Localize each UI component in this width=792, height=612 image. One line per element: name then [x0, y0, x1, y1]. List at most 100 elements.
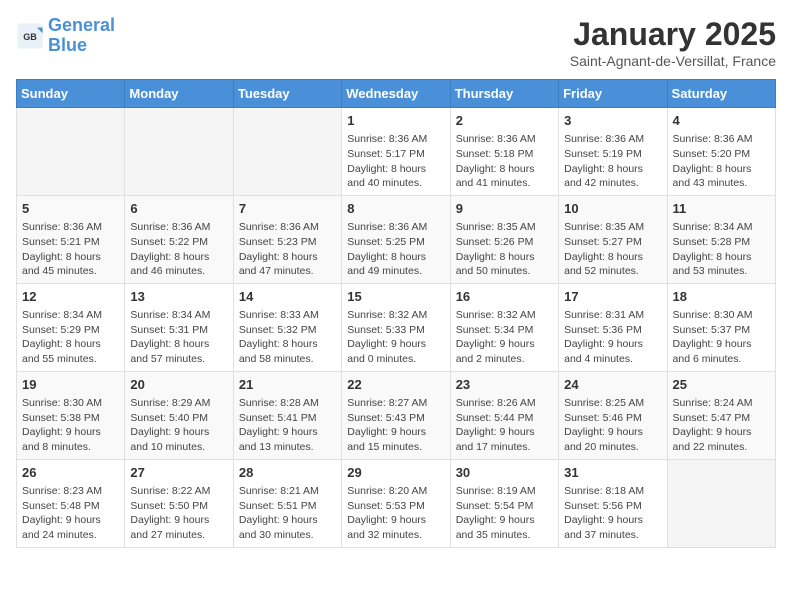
- day-number: 11: [673, 200, 770, 218]
- day-info: Sunrise: 8:35 AM Sunset: 5:27 PM Dayligh…: [564, 220, 661, 279]
- day-info: Sunrise: 8:23 AM Sunset: 5:48 PM Dayligh…: [22, 484, 119, 543]
- day-info: Sunrise: 8:32 AM Sunset: 5:33 PM Dayligh…: [347, 308, 444, 367]
- calendar-cell: 15Sunrise: 8:32 AM Sunset: 5:33 PM Dayli…: [342, 283, 450, 371]
- title-block: January 2025 Saint-Agnant-de-Versillat, …: [570, 16, 776, 69]
- day-info: Sunrise: 8:36 AM Sunset: 5:21 PM Dayligh…: [22, 220, 119, 279]
- calendar-cell: 14 Sunrise: 8:33 AM Sunset: 5:32 PM Dayli…: [233, 283, 341, 371]
- day-number: 13: [130, 288, 227, 306]
- day-number: 18: [673, 288, 770, 306]
- day-number: 25: [673, 376, 770, 394]
- calendar-title: January 2025: [570, 16, 776, 53]
- day-number: 8: [347, 200, 444, 218]
- calendar-subtitle: Saint-Agnant-de-Versillat, France: [570, 53, 776, 69]
- calendar-table: SundayMondayTuesdayWednesdayThursdayFrid…: [16, 79, 776, 548]
- logo: GB General Blue: [16, 16, 115, 56]
- day-info: Sunrise: 8:34 AM Sunset: 5:31 PM Dayligh…: [130, 308, 227, 367]
- day-info: Sunrise: 8:34 AM Sunset: 5:28 PM Dayligh…: [673, 220, 770, 279]
- calendar-cell: 4Sunrise: 8:36 AM Sunset: 5:20 PM Daylig…: [667, 108, 775, 196]
- day-info: Sunrise: 8:18 AM Sunset: 5:56 PM Dayligh…: [564, 484, 661, 543]
- day-info: Sunrise: 8:36 AM Sunset: 5:25 PM Dayligh…: [347, 220, 444, 279]
- day-number: 28: [239, 464, 336, 482]
- day-number: 24: [564, 376, 661, 394]
- day-number: 2: [456, 112, 553, 130]
- day-number: 30: [456, 464, 553, 482]
- day-number: 31: [564, 464, 661, 482]
- calendar-cell: 28Sunrise: 8:21 AM Sunset: 5:51 PM Dayli…: [233, 459, 341, 547]
- calendar-cell: 30Sunrise: 8:19 AM Sunset: 5:54 PM Dayli…: [450, 459, 558, 547]
- day-info: Sunrise: 8:25 AM Sunset: 5:46 PM Dayligh…: [564, 396, 661, 455]
- calendar-cell: 1 Sunrise: 8:36 AM Sunset: 5:17 PM Daylig…: [342, 108, 450, 196]
- day-info: Sunrise: 8:29 AM Sunset: 5:40 PM Dayligh…: [130, 396, 227, 455]
- calendar-cell: 23 Sunrise: 8:26 AM Sunset: 5:44 PM Dayli…: [450, 371, 558, 459]
- day-info: Sunrise: 8:28 AM Sunset: 5:41 PM Dayligh…: [239, 396, 336, 455]
- logo-icon: GB: [16, 22, 44, 50]
- day-info: Sunrise: 8:35 AM Sunset: 5:26 PM Dayligh…: [456, 220, 553, 279]
- day-info: Sunrise: 8:27 AM Sunset: 5:43 PM Dayligh…: [347, 396, 444, 455]
- calendar-cell: [17, 108, 125, 196]
- day-number: 26: [22, 464, 119, 482]
- day-number: 6: [130, 200, 227, 218]
- day-header-tuesday: Tuesday: [233, 80, 341, 108]
- calendar-cell: 22 Sunrise: 8:27 AM Sunset: 5:43 PM Dayli…: [342, 371, 450, 459]
- day-number: 4: [673, 112, 770, 130]
- calendar-cell: 2 Sunrise: 8:36 AM Sunset: 5:18 PM Daylig…: [450, 108, 558, 196]
- day-number: 1: [347, 112, 444, 130]
- day-number: 27: [130, 464, 227, 482]
- day-info: Sunrise: 8:32 AM Sunset: 5:34 PM Dayligh…: [456, 308, 553, 367]
- day-info: Sunrise: 8:34 AM Sunset: 5:29 PM Dayligh…: [22, 308, 119, 367]
- day-info: Sunrise: 8:36 AM Sunset: 5:17 PM Dayligh…: [347, 132, 444, 191]
- day-info: Sunrise: 8:26 AM Sunset: 5:44 PM Dayligh…: [456, 396, 553, 455]
- day-info: Sunrise: 8:24 AM Sunset: 5:47 PM Dayligh…: [673, 396, 770, 455]
- calendar-cell: 7 Sunrise: 8:36 AM Sunset: 5:23 PM Daylig…: [233, 195, 341, 283]
- day-info: Sunrise: 8:36 AM Sunset: 5:23 PM Dayligh…: [239, 220, 336, 279]
- calendar-cell: 3Sunrise: 8:36 AM Sunset: 5:19 PM Daylig…: [559, 108, 667, 196]
- day-header-sunday: Sunday: [17, 80, 125, 108]
- day-number: 22: [347, 376, 444, 394]
- calendar-cell: 27 Sunrise: 8:22 AM Sunset: 5:50 PM Dayli…: [125, 459, 233, 547]
- logo-text: General Blue: [48, 16, 115, 56]
- day-info: Sunrise: 8:30 AM Sunset: 5:38 PM Dayligh…: [22, 396, 119, 455]
- day-number: 10: [564, 200, 661, 218]
- week-row-3: 12 Sunrise: 8:34 AM Sunset: 5:29 PM Dayli…: [17, 283, 776, 371]
- days-header-row: SundayMondayTuesdayWednesdayThursdayFrid…: [17, 80, 776, 108]
- day-number: 16: [456, 288, 553, 306]
- day-number: 29: [347, 464, 444, 482]
- day-number: 17: [564, 288, 661, 306]
- day-info: Sunrise: 8:31 AM Sunset: 5:36 PM Dayligh…: [564, 308, 661, 367]
- week-row-2: 5 Sunrise: 8:36 AM Sunset: 5:21 PM Daylig…: [17, 195, 776, 283]
- week-row-4: 19Sunrise: 8:30 AM Sunset: 5:38 PM Dayli…: [17, 371, 776, 459]
- day-info: Sunrise: 8:22 AM Sunset: 5:50 PM Dayligh…: [130, 484, 227, 543]
- day-info: Sunrise: 8:36 AM Sunset: 5:19 PM Dayligh…: [564, 132, 661, 191]
- svg-text:GB: GB: [23, 32, 37, 42]
- day-number: 5: [22, 200, 119, 218]
- calendar-cell: 17 Sunrise: 8:31 AM Sunset: 5:36 PM Dayli…: [559, 283, 667, 371]
- calendar-cell: 31 Sunrise: 8:18 AM Sunset: 5:56 PM Dayli…: [559, 459, 667, 547]
- calendar-cell: 10 Sunrise: 8:35 AM Sunset: 5:27 PM Dayli…: [559, 195, 667, 283]
- day-number: 7: [239, 200, 336, 218]
- day-number: 21: [239, 376, 336, 394]
- day-number: 12: [22, 288, 119, 306]
- calendar-cell: 11 Sunrise: 8:34 AM Sunset: 5:28 PM Dayli…: [667, 195, 775, 283]
- calendar-cell: 20 Sunrise: 8:29 AM Sunset: 5:40 PM Dayli…: [125, 371, 233, 459]
- day-header-saturday: Saturday: [667, 80, 775, 108]
- day-info: Sunrise: 8:30 AM Sunset: 5:37 PM Dayligh…: [673, 308, 770, 367]
- day-header-thursday: Thursday: [450, 80, 558, 108]
- calendar-cell: 25 Sunrise: 8:24 AM Sunset: 5:47 PM Dayli…: [667, 371, 775, 459]
- day-info: Sunrise: 8:20 AM Sunset: 5:53 PM Dayligh…: [347, 484, 444, 543]
- day-header-monday: Monday: [125, 80, 233, 108]
- day-info: Sunrise: 8:36 AM Sunset: 5:18 PM Dayligh…: [456, 132, 553, 191]
- week-row-5: 26 Sunrise: 8:23 AM Sunset: 5:48 PM Dayli…: [17, 459, 776, 547]
- calendar-cell: 26 Sunrise: 8:23 AM Sunset: 5:48 PM Dayli…: [17, 459, 125, 547]
- calendar-cell: 8 Sunrise: 8:36 AM Sunset: 5:25 PM Daylig…: [342, 195, 450, 283]
- calendar-cell: 18 Sunrise: 8:30 AM Sunset: 5:37 PM Dayli…: [667, 283, 775, 371]
- calendar-cell: 5 Sunrise: 8:36 AM Sunset: 5:21 PM Daylig…: [17, 195, 125, 283]
- calendar-cell: 24 Sunrise: 8:25 AM Sunset: 5:46 PM Dayli…: [559, 371, 667, 459]
- calendar-cell: 13 Sunrise: 8:34 AM Sunset: 5:31 PM Dayli…: [125, 283, 233, 371]
- calendar-cell: 6Sunrise: 8:36 AM Sunset: 5:22 PM Daylig…: [125, 195, 233, 283]
- day-number: 20: [130, 376, 227, 394]
- day-header-wednesday: Wednesday: [342, 80, 450, 108]
- day-info: Sunrise: 8:33 AM Sunset: 5:32 PM Dayligh…: [239, 308, 336, 367]
- day-number: 14: [239, 288, 336, 306]
- day-number: 23: [456, 376, 553, 394]
- week-row-1: 1 Sunrise: 8:36 AM Sunset: 5:17 PM Daylig…: [17, 108, 776, 196]
